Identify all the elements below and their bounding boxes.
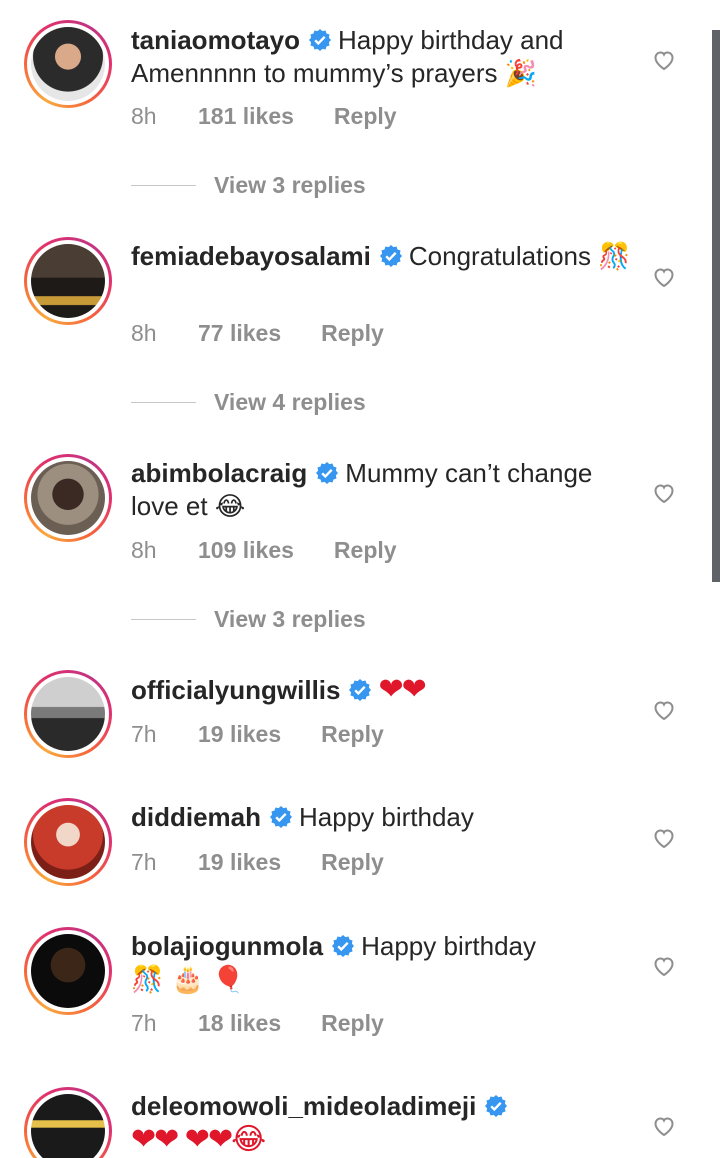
heart-outline-icon[interactable] xyxy=(651,1114,677,1138)
verified-badge-icon xyxy=(349,679,372,701)
reply-button[interactable]: Reply xyxy=(334,103,397,130)
comment-text: Happy birthday xyxy=(299,802,474,832)
comment-time: 7h xyxy=(131,1010,157,1036)
party-popper-emoji: 🎉 xyxy=(504,59,538,89)
verified-badge-icon xyxy=(316,462,339,484)
verified-badge-icon xyxy=(309,29,332,51)
divider xyxy=(131,618,196,620)
comment-time: 8h xyxy=(131,537,157,563)
likes-count[interactable]: 109 likes xyxy=(198,537,294,564)
username[interactable]: abimbolacraig xyxy=(131,458,307,488)
reply-button[interactable]: Reply xyxy=(321,849,384,876)
likes-count[interactable]: 19 likes xyxy=(198,721,281,748)
comment-time: 8h xyxy=(131,320,157,346)
heart-outline-icon[interactable] xyxy=(651,48,677,72)
username[interactable]: diddiemah xyxy=(131,802,261,832)
view-replies-button[interactable]: View 3 replies xyxy=(131,604,366,634)
username[interactable]: femiadebayosalami xyxy=(131,241,371,271)
verified-badge-icon xyxy=(332,935,355,957)
view-replies-button[interactable]: View 4 replies xyxy=(131,387,366,417)
comment-text: Happy birthday xyxy=(361,931,536,961)
heart-outline-icon[interactable] xyxy=(651,698,677,722)
comment-time: 7h xyxy=(131,849,157,875)
heart-outline-icon[interactable] xyxy=(651,481,677,505)
view-replies-button[interactable]: View 3 replies xyxy=(131,170,366,200)
comment-time: 8h xyxy=(131,103,157,129)
heart-outline-icon[interactable] xyxy=(651,826,677,850)
likes-count[interactable]: 19 likes xyxy=(198,849,281,876)
username[interactable]: officialyungwillis xyxy=(131,675,340,705)
red-heart-emoji: ❤❤ xyxy=(378,672,426,707)
reply-button[interactable]: Reply xyxy=(321,1010,384,1037)
avatar[interactable] xyxy=(24,927,112,1015)
divider xyxy=(131,401,196,403)
avatar[interactable] xyxy=(24,798,112,886)
verified-badge-icon xyxy=(485,1095,508,1117)
scrollbar[interactable] xyxy=(712,30,720,582)
reply-button[interactable]: Reply xyxy=(321,320,384,347)
likes-count[interactable]: 18 likes xyxy=(198,1010,281,1037)
avatar[interactable] xyxy=(24,1087,112,1158)
comment-text: Congratulations xyxy=(408,241,592,271)
avatar[interactable] xyxy=(24,237,112,325)
comment-time: 7h xyxy=(131,721,157,747)
laughing-emoji: 😂 xyxy=(214,492,246,522)
heart-outline-icon[interactable] xyxy=(651,954,677,978)
reply-button[interactable]: Reply xyxy=(321,721,384,748)
divider xyxy=(131,184,196,186)
avatar[interactable] xyxy=(24,454,112,542)
avatar[interactable] xyxy=(24,20,112,108)
verified-badge-icon xyxy=(379,245,402,267)
confetti-ball-emoji: 🎊 xyxy=(598,242,631,272)
likes-count[interactable]: 181 likes xyxy=(198,103,294,130)
username[interactable]: taniaomotayo xyxy=(131,25,300,55)
confetti-cake-balloon-emoji: 🎊 🎂 🎈 xyxy=(131,965,245,995)
likes-count[interactable]: 77 likes xyxy=(198,320,281,347)
username[interactable]: bolajiogunmola xyxy=(131,931,323,961)
hearts-laughing-emoji: ❤❤ ❤❤😂 xyxy=(131,1122,266,1157)
verified-badge-icon xyxy=(270,806,293,828)
heart-outline-icon[interactable] xyxy=(651,265,677,289)
username[interactable]: deleomowoli_mideoladimeji xyxy=(131,1091,476,1121)
avatar[interactable] xyxy=(24,670,112,758)
reply-button[interactable]: Reply xyxy=(334,537,397,564)
